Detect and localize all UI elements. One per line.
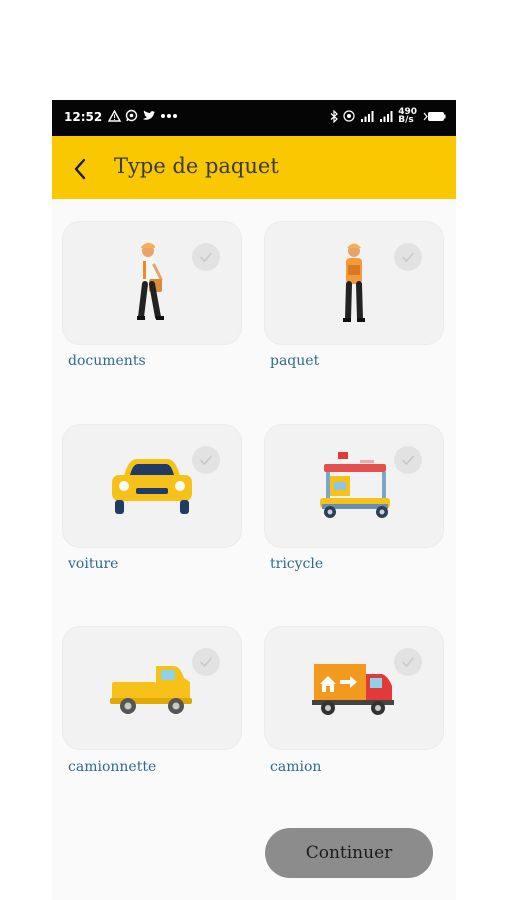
package-type-label: camion xyxy=(270,759,322,775)
checkmark-icon xyxy=(402,455,414,465)
checkmark-icon xyxy=(200,657,212,667)
signal-icon xyxy=(360,110,374,122)
selection-check xyxy=(192,648,220,676)
package-type-card-camionnette[interactable] xyxy=(62,626,242,750)
selection-check xyxy=(394,446,422,474)
hotspot-icon xyxy=(343,110,355,122)
battery-icon xyxy=(422,111,446,122)
courier-with-bag-icon xyxy=(137,242,164,320)
package-type-card-camion[interactable] xyxy=(264,626,444,750)
whatsapp-icon xyxy=(125,109,138,122)
checkmark-icon xyxy=(200,455,212,465)
warning-icon xyxy=(108,109,121,122)
package-type-label: documents xyxy=(68,353,146,369)
car-icon xyxy=(112,459,192,514)
package-type-label: tricycle xyxy=(270,556,324,572)
package-type-card-documents[interactable] xyxy=(62,221,242,345)
status-bar: 12:52 490 B/s xyxy=(52,100,456,136)
package-type-label: voiture xyxy=(68,556,119,572)
chevron-left-icon xyxy=(74,158,86,180)
selection-check xyxy=(394,648,422,676)
checkmark-icon xyxy=(402,252,414,262)
signal-icon-2 xyxy=(379,110,393,122)
continue-button[interactable]: Continuer xyxy=(265,828,433,878)
package-type-card-voiture[interactable] xyxy=(62,424,242,548)
selection-check xyxy=(192,446,220,474)
status-time: 12:52 xyxy=(64,110,103,124)
pickup-truck-icon xyxy=(110,666,192,714)
selection-check xyxy=(192,243,220,271)
page-title: Type de paquet xyxy=(114,154,279,178)
package-type-card-tricycle[interactable] xyxy=(264,424,444,548)
checkmark-icon xyxy=(200,252,212,262)
selection-check xyxy=(394,243,422,271)
app-screen: 12:52 490 B/s Type de paquet documents p… xyxy=(52,100,456,900)
bluetooth-icon xyxy=(330,109,339,123)
more-notifications-icon xyxy=(160,113,178,119)
moving-truck-icon xyxy=(312,664,394,715)
checkmark-icon xyxy=(402,657,414,667)
data-unit: B/s xyxy=(398,115,414,125)
tricycle-icon xyxy=(320,452,390,518)
back-button[interactable] xyxy=(66,154,96,184)
app-bar: Type de paquet xyxy=(52,136,456,199)
package-type-label: paquet xyxy=(270,353,320,369)
package-type-card-paquet[interactable] xyxy=(264,221,444,345)
package-type-label: camionnette xyxy=(68,759,157,775)
twitter-icon xyxy=(142,110,156,122)
courier-with-box-icon xyxy=(343,243,365,322)
